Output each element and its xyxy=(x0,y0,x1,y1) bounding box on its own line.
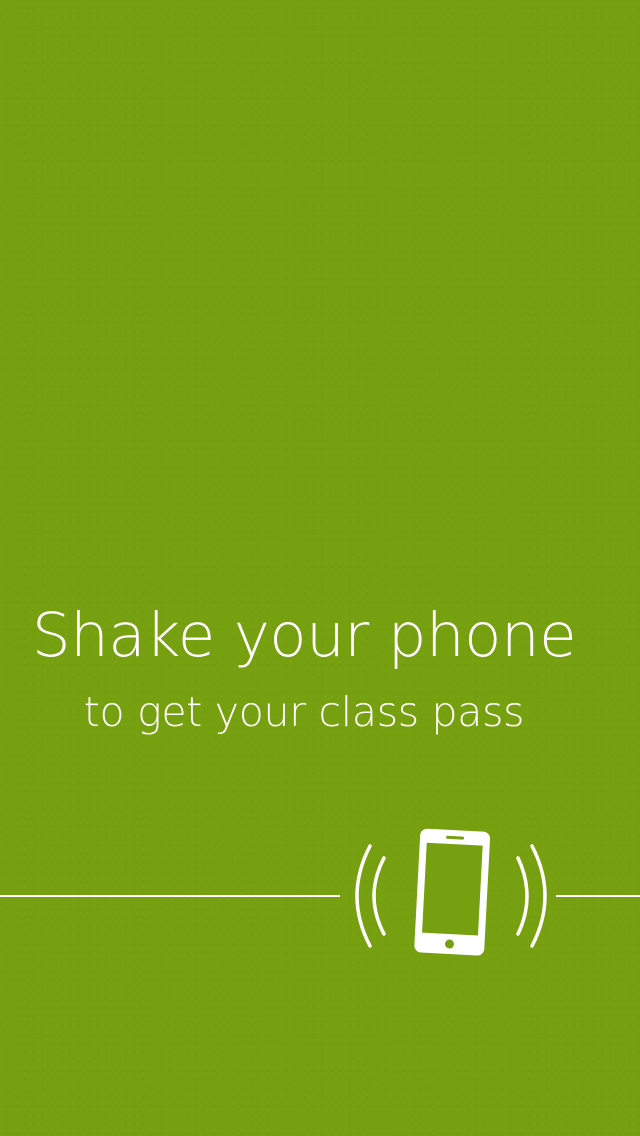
vibration-wave-right-inner-icon xyxy=(516,856,529,936)
shake-headline: Shake your phone xyxy=(31,600,577,671)
vibration-wave-left-outer-icon xyxy=(355,844,372,948)
phone-icon xyxy=(414,828,491,956)
vibration-wave-right-outer-icon xyxy=(530,844,547,948)
divider-line-right xyxy=(556,895,640,897)
shake-screen: Shake your phone to get your class pass xyxy=(0,0,640,1136)
divider-line-left xyxy=(0,895,340,897)
shake-subline: to get your class pass xyxy=(83,688,525,736)
vibrating-phone-icon xyxy=(340,820,556,970)
vibration-wave-left-inner-icon xyxy=(372,856,386,936)
